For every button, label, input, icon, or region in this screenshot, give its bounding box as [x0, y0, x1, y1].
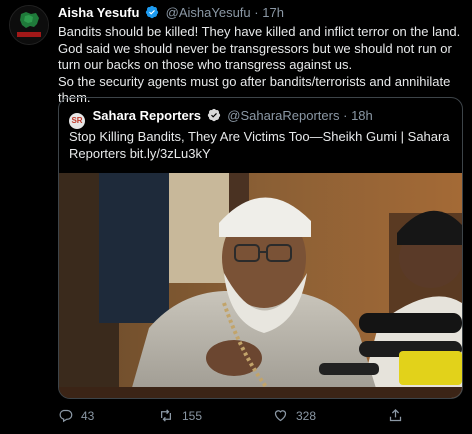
quoted-author-avatar: SR	[69, 113, 85, 129]
quoted-author-name: Sahara Reporters	[92, 108, 202, 123]
retweet-count: 155	[182, 409, 203, 423]
separator-dot: ·	[343, 108, 348, 123]
like-action[interactable]: 328	[273, 408, 316, 423]
verified-badge-icon	[207, 108, 220, 122]
retweet-action[interactable]: 155	[158, 408, 202, 423]
quoted-tweet[interactable]: SR Sahara Reporters @SaharaReporters · 1…	[58, 97, 463, 399]
tweet-text: Bandits should be killed! They have kill…	[58, 24, 463, 107]
author-name[interactable]: Aisha Yesufu	[58, 5, 139, 20]
tweet-timestamp[interactable]: 17h	[262, 5, 284, 20]
tweet-text-line: Bandits should be killed! They have kill…	[58, 24, 461, 72]
reply-count: 43	[81, 409, 95, 423]
share-action[interactable]	[388, 408, 411, 423]
quoted-author-handle: @SaharaReporters	[227, 108, 340, 123]
quoted-tweet-timestamp: 18h	[351, 108, 373, 123]
quoted-tweet-photo[interactable]	[59, 173, 462, 398]
retweet-icon	[161, 409, 171, 422]
quoted-tweet-header: SR Sahara Reporters @SaharaReporters · 1…	[69, 108, 373, 129]
like-icon	[274, 410, 287, 422]
tweet-header: Aisha Yesufu @AishaYesufu · 17h	[58, 5, 284, 20]
reply-icon	[59, 409, 73, 423]
tweet[interactable]: Aisha Yesufu @AishaYesufu · 17h Bandits …	[0, 0, 472, 434]
avatar-logo-icon	[10, 6, 48, 44]
separator-dot: ·	[254, 5, 259, 20]
reply-action[interactable]: 43	[58, 408, 94, 423]
quoted-tweet-text: Stop Killing Bandits, They Are Victims T…	[69, 129, 450, 161]
verified-badge-icon	[145, 5, 159, 19]
share-icon	[389, 408, 402, 422]
author-handle[interactable]: @AishaYesufu	[166, 5, 251, 20]
author-avatar[interactable]	[9, 5, 49, 45]
like-count: 328	[296, 409, 317, 423]
